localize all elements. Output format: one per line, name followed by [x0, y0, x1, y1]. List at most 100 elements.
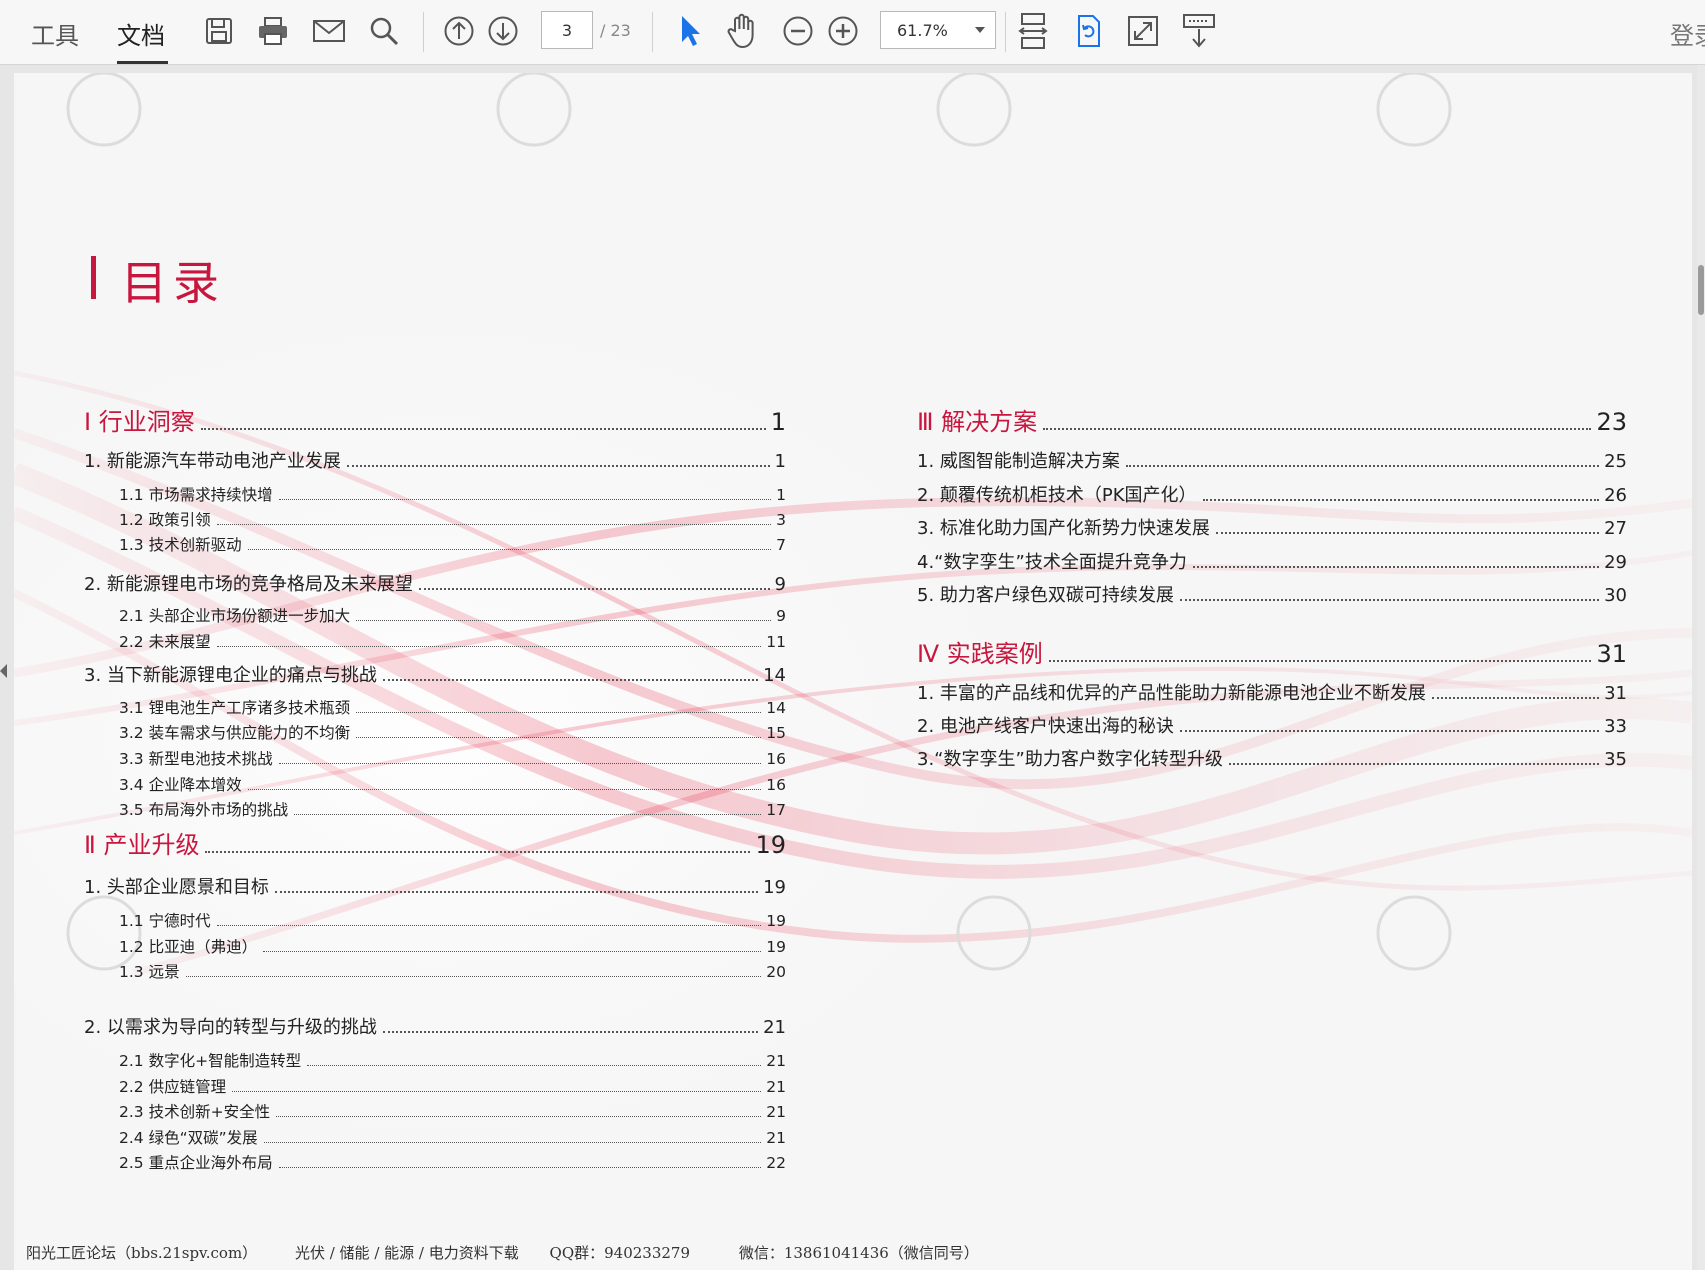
toc-entry-label: 3. 标准化助力国产化新势力快速发展: [917, 518, 1210, 539]
toc-subsection-entry[interactable]: 1.2 政策引领 3: [119, 508, 786, 530]
toc-entry-label: 1.2 比亚迪（弗迪）: [119, 938, 258, 956]
toc-subsection-entry[interactable]: 2.1 数字化+智能制造转型 21: [119, 1049, 786, 1071]
toc-part-heading[interactable]: Ⅱ 产业升级 19: [84, 825, 786, 860]
title-accent-bar: [91, 256, 96, 299]
toc-entry-label: 1. 丰富的产品线和优异的产品性能助力新能源电池企业不断发展: [917, 683, 1426, 704]
toc-page-number: 31: [1596, 640, 1627, 668]
toc-page-number: 31: [1604, 683, 1627, 704]
footer-categories: 光伏 / 储能 / 能源 / 电力资料下载: [294, 1244, 519, 1262]
toc-part-heading[interactable]: Ⅳ 实践案例 31: [917, 634, 1627, 669]
toc-entry-label: 5. 助力客户绿色双碳可持续发展: [917, 585, 1174, 606]
toc-subsection-entry[interactable]: 1.1 宁德时代 19: [119, 909, 786, 931]
toc-subsection-entry[interactable]: 3.5 布局海外市场的挑战 17: [119, 798, 786, 820]
toc-section-entry[interactable]: 1. 威图智能制造解决方案 25: [917, 447, 1627, 473]
toc-entry-label: 1.3 远景: [119, 963, 180, 981]
toc-subsection-entry[interactable]: 2.4 绿色“双碳”发展 21: [119, 1126, 786, 1148]
toc-page-number: 27: [1604, 518, 1627, 539]
toc-section-entry[interactable]: 3. 当下新能源锂电企业的痛点与挑战 14: [84, 661, 786, 687]
sidebar-toggle-arrow[interactable]: [0, 664, 7, 678]
toc-entry-label: 2. 颠覆传统机柜技术（PK国产化）: [917, 485, 1197, 506]
email-icon[interactable]: [310, 12, 348, 50]
footer-site: 阳光工匠论坛（bbs.21spv.com）: [26, 1244, 258, 1262]
toc-section-entry[interactable]: 1. 丰富的产品线和优异的产品性能助力新能源电池企业不断发展 31: [917, 679, 1627, 705]
toc-subsection-entry[interactable]: 2.5 重点企业海外布局 22: [119, 1151, 786, 1173]
zoom-in-icon[interactable]: [824, 12, 862, 50]
toc-subsection-entry[interactable]: 2.2 供应链管理 21: [119, 1075, 786, 1097]
page-up-icon[interactable]: [440, 12, 478, 50]
fullscreen-icon[interactable]: [1124, 12, 1162, 50]
toc-page-number: 16: [766, 776, 786, 794]
toc-page-number: 1: [776, 486, 786, 504]
toc-page-number: 25: [1604, 451, 1627, 472]
zoom-select[interactable]: 61.7%: [880, 11, 996, 49]
page-down-icon[interactable]: [484, 12, 522, 50]
toc-subsection-entry[interactable]: 3.1 锂电池生产工序诸多技术瓶颈 14: [119, 696, 786, 718]
toc-part-heading[interactable]: Ⅲ 解决方案 23: [917, 402, 1627, 437]
footer-wechat: 微信：13861041436（微信同号）: [738, 1244, 979, 1262]
toc-subsection-entry[interactable]: 2.1 头部企业市场份额进一步加大 9: [119, 604, 786, 626]
toc-dot-leader: [294, 814, 762, 815]
toc-dot-leader: [382, 679, 759, 681]
tab-document[interactable]: 文档: [117, 16, 165, 51]
select-cursor-icon[interactable]: [671, 12, 709, 50]
toc-section-entry[interactable]: 2. 电池产线客户快速出海的秘诀 33: [917, 712, 1627, 738]
toc-subsection-entry[interactable]: 3.2 装车需求与供应能力的不均衡 15: [119, 721, 786, 743]
toc-subsection-entry[interactable]: 1.3 技术创新驱动 7: [119, 533, 786, 555]
toc-subsection-entry[interactable]: 1.1 市场需求持续快增 1: [119, 483, 786, 505]
toc-section-entry[interactable]: 1. 头部企业愿景和目标 19: [84, 873, 786, 899]
toc-page-number: 1: [770, 408, 786, 436]
hand-tool-icon[interactable]: [724, 12, 762, 50]
toc-entry-label: 3.4 企业降本增效: [119, 776, 242, 794]
toc-dot-leader: [216, 646, 762, 647]
page-footer: 阳光工匠论坛（bbs.21spv.com） 光伏 / 储能 / 能源 / 电力资…: [26, 1242, 979, 1263]
toc-dot-leader: [200, 428, 766, 430]
rotate-icon[interactable]: [1070, 12, 1108, 50]
toc-dot-leader: [216, 524, 772, 525]
toc-subsection-entry[interactable]: 3.4 企业降本增效 16: [119, 773, 786, 795]
scrollbar-thumb[interactable]: [1698, 265, 1704, 315]
toc-page-number: 19: [755, 831, 786, 859]
print-icon[interactable]: [254, 12, 292, 50]
read-mode-icon[interactable]: [1180, 12, 1218, 50]
toc-section-entry[interactable]: 2. 以需求为导向的转型与升级的挑战 21: [84, 1013, 786, 1039]
toc-section-entry[interactable]: 3. 标准化助力国产化新势力快速发展 27: [917, 514, 1627, 540]
toc-entry-label: 2.1 数字化+智能制造转型: [119, 1052, 302, 1070]
toc-dot-leader: [356, 620, 772, 621]
toc-dot-leader: [1179, 599, 1600, 601]
save-icon[interactable]: [200, 12, 238, 50]
toc-entry-label: 3.5 布局海外市场的挑战: [119, 801, 289, 819]
page-number-input[interactable]: [541, 11, 593, 49]
toc-dot-leader: [346, 465, 770, 467]
toc-entry-label: Ⅱ 产业升级: [84, 831, 200, 859]
login-link[interactable]: 登录: [1670, 16, 1705, 51]
toc-dot-leader: [1048, 660, 1592, 662]
toc-subsection-entry[interactable]: 2.2 未来展望 11: [119, 630, 786, 652]
search-icon[interactable]: [365, 12, 403, 50]
chevron-down-icon: [975, 27, 985, 33]
toc-section-entry[interactable]: 2. 颠覆传统机柜技术（PK国产化） 26: [917, 481, 1627, 507]
toc-subsection-entry[interactable]: 2.3 技术创新+安全性 21: [119, 1100, 786, 1122]
toc-dot-leader: [1228, 763, 1600, 765]
toc-page-number: 21: [766, 1078, 786, 1096]
toc-part-heading[interactable]: Ⅰ 行业洞察 1: [84, 402, 786, 437]
toc-subsection-entry[interactable]: 3.3 新型电池技术挑战 16: [119, 747, 786, 769]
toc-page-number: 29: [1604, 552, 1627, 573]
toc-section-entry[interactable]: 5. 助力客户绿色双碳可持续发展 30: [917, 581, 1627, 607]
toc-page-number: 15: [766, 724, 786, 742]
toc-entry-label: 2.4 绿色“双碳”发展: [119, 1129, 258, 1147]
fit-page-icon[interactable]: [1014, 12, 1052, 50]
vertical-scrollbar[interactable]: [1697, 65, 1705, 1270]
zoom-value: 61.7%: [897, 21, 948, 40]
toc-entry-label: 2.1 头部企业市场份额进一步加大: [119, 607, 351, 625]
tab-tools[interactable]: 工具: [31, 16, 79, 51]
toc-section-entry[interactable]: 4.“数字孪生”技术全面提升竞争力 29: [917, 548, 1627, 574]
toc-subsection-entry[interactable]: 1.3 远景 20: [119, 960, 786, 982]
zoom-out-icon[interactable]: [779, 12, 817, 50]
toc-dot-leader: [1179, 730, 1600, 732]
toc-page-number: 1: [774, 451, 786, 472]
toc-section-entry[interactable]: 1. 新能源汽车带动电池产业发展 1: [84, 447, 786, 473]
toc-section-entry[interactable]: 3.“数字孪生”助力客户数字化转型升级 35: [917, 745, 1627, 771]
toc-subsection-entry[interactable]: 1.2 比亚迪（弗迪） 19: [119, 935, 786, 957]
toc-dot-leader: [1125, 465, 1600, 467]
toc-section-entry[interactable]: 2. 新能源锂电市场的竞争格局及未来展望 9: [84, 570, 786, 596]
